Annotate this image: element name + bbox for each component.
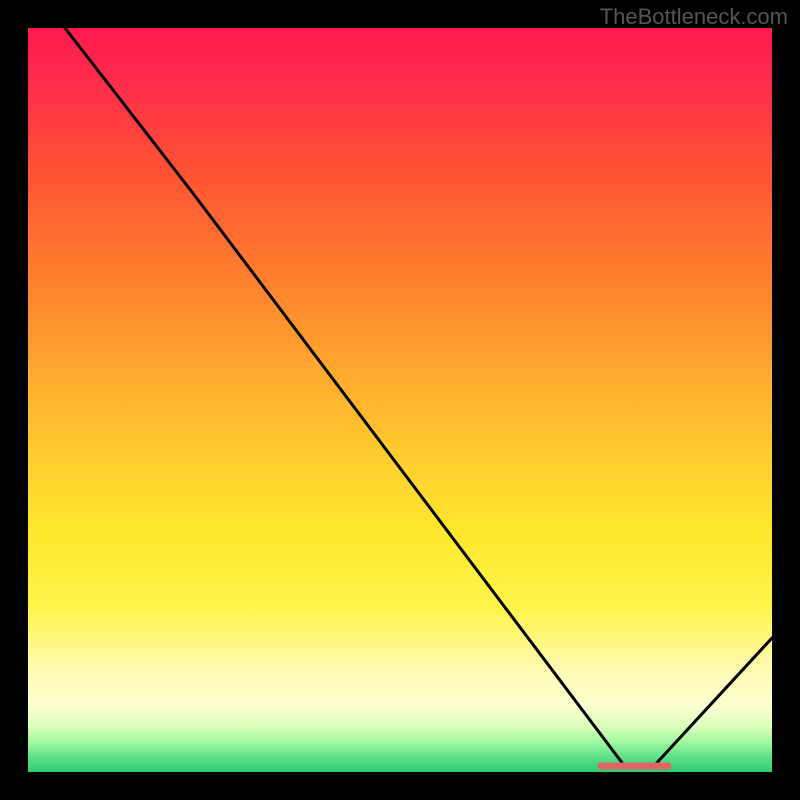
watermark-text: TheBottleneck.com: [600, 4, 788, 30]
chart-container: TheBottleneck.com: [0, 0, 800, 800]
axis-left-margin: [0, 28, 28, 772]
axis-bottom-margin: [0, 772, 800, 800]
bottleneck-curve: [65, 28, 772, 768]
chart-svg: [28, 28, 772, 772]
